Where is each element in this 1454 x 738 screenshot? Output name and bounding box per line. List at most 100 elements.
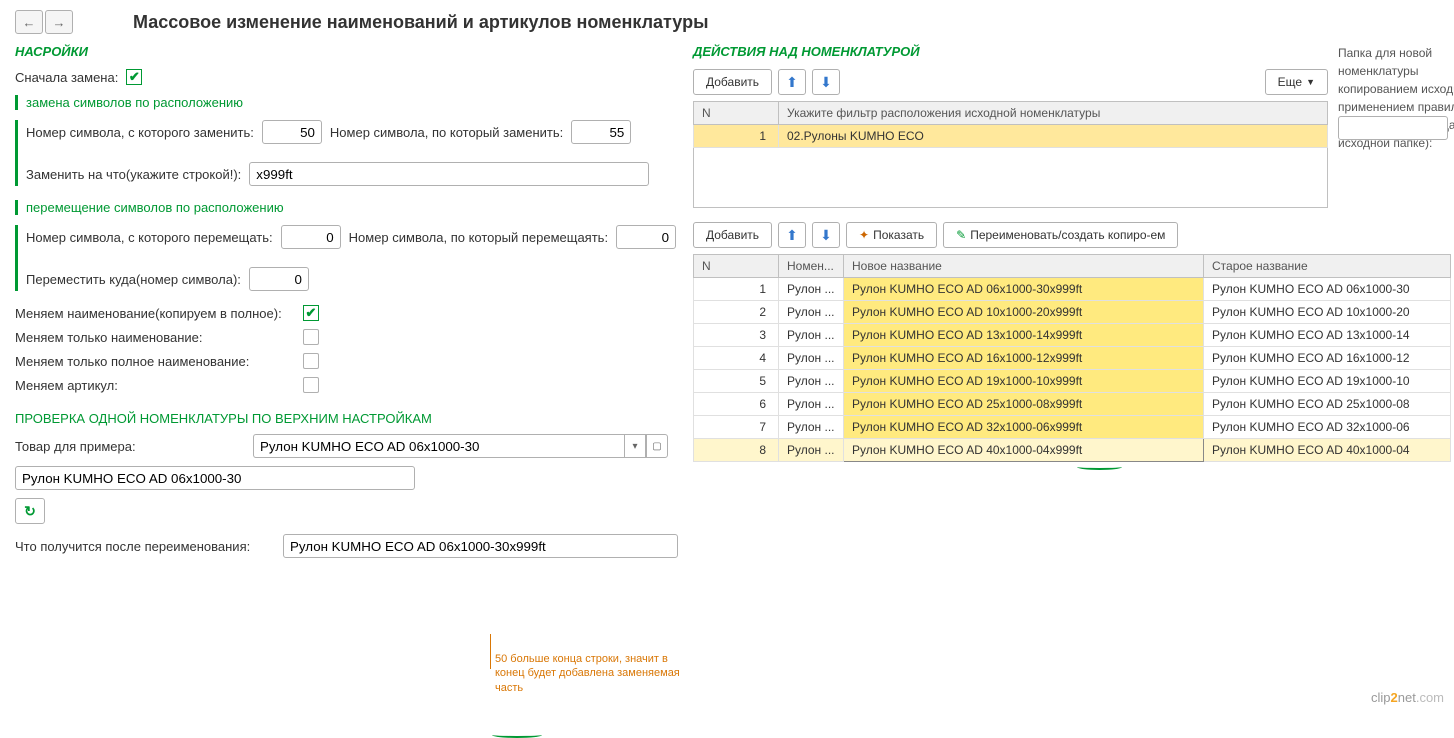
filter-cell-v: 02.Рулоны KUMHO ECO — [779, 125, 1328, 148]
chk-only-name[interactable] — [303, 329, 319, 345]
cell-new: Рулон KUMHO ECO AD 13x1000-14x999ft — [844, 324, 1204, 347]
sample-dropdown-button[interactable]: ▾ — [624, 434, 646, 458]
sample-input[interactable] — [253, 434, 624, 458]
example-input[interactable] — [15, 466, 415, 490]
grid-col-old: Старое название — [1204, 255, 1451, 278]
refresh-button[interactable]: ↻ — [15, 498, 45, 524]
move-up-button[interactable]: ⬆ — [778, 69, 806, 95]
refresh-icon: ↻ — [24, 503, 36, 520]
table-row[interactable]: 7Рулон ...Рулон KUMHO ECO AD 32x1000-06x… — [694, 416, 1451, 439]
chk-only-full[interactable] — [303, 353, 319, 369]
table-row[interactable]: 5Рулон ...Рулон KUMHO ECO AD 19x1000-10x… — [694, 370, 1451, 393]
cell-n: 5 — [694, 370, 779, 393]
cell-n: 1 — [694, 278, 779, 301]
chevron-down-icon: ▼ — [1306, 77, 1315, 87]
replace-section-header: замена символов по расположению — [15, 95, 678, 110]
add-row-button[interactable]: Добавить — [693, 222, 772, 248]
table-row[interactable]: 4Рулон ...Рулон KUMHO ECO AD 16x1000-12x… — [694, 347, 1451, 370]
result-input[interactable] — [283, 534, 678, 558]
filter-table: N Укажите фильтр расположения исходной н… — [693, 101, 1328, 208]
num-from-label: Номер символа, с которого заменить: — [26, 125, 254, 140]
cell-nom: Рулон ... — [779, 347, 844, 370]
cell-nom: Рулон ... — [779, 393, 844, 416]
cell-new: Рулон KUMHO ECO AD 40x1000-04x999ft — [844, 439, 1204, 462]
arrow-down-icon: ⬇ — [820, 227, 832, 244]
nav-back-button[interactable]: ← — [15, 10, 43, 34]
grid-col-new: Новое название — [844, 255, 1204, 278]
arrow-up-icon: ⬆ — [786, 227, 798, 244]
num-from-input[interactable] — [262, 120, 322, 144]
cell-n: 8 — [694, 439, 779, 462]
cell-nom: Рулон ... — [779, 278, 844, 301]
cell-new: Рулон KUMHO ECO AD 25x1000-08x999ft — [844, 393, 1204, 416]
chk-article[interactable] — [303, 377, 319, 393]
cell-nom: Рулон ... — [779, 439, 844, 462]
watermark: clip2net.com — [1371, 690, 1444, 705]
cell-old: Рулон KUMHO ECO AD 06x1000-30 — [1204, 278, 1451, 301]
chk-copy-full[interactable]: ✔ — [303, 305, 319, 321]
table-row[interactable]: 1Рулон ...Рулон KUMHO ECO AD 06x1000-30x… — [694, 278, 1451, 301]
move-to-label: Номер символа, по который перемещаять: — [349, 230, 608, 245]
settings-header: НАСРОЙКИ — [15, 44, 678, 59]
table-row[interactable]: 6Рулон ...Рулон KUMHO ECO AD 25x1000-08x… — [694, 393, 1451, 416]
grid-col-nom: Номен... — [779, 255, 844, 278]
more-button-1[interactable]: Еще ▼ — [1265, 69, 1328, 95]
cell-old: Рулон KUMHO ECO AD 40x1000-04 — [1204, 439, 1451, 462]
num-to-input[interactable] — [571, 120, 631, 144]
cell-nom: Рулон ... — [779, 301, 844, 324]
table-row[interactable]: 2Рулон ...Рулон KUMHO ECO AD 10x1000-20x… — [694, 301, 1451, 324]
annotation-1: 50 больше конца строки, значит в конец б… — [495, 652, 685, 695]
folder-side-input[interactable] — [1338, 116, 1448, 140]
cell-new: Рулон KUMHO ECO AD 16x1000-12x999ft — [844, 347, 1204, 370]
move-from-input[interactable] — [281, 225, 341, 249]
cell-new: Рулон KUMHO ECO AD 19x1000-10x999ft — [844, 370, 1204, 393]
add-filter-button[interactable]: Добавить — [693, 69, 772, 95]
move-to-input[interactable] — [616, 225, 676, 249]
annotation-underline-1 — [492, 732, 542, 738]
rename-button[interactable]: ✎ Переименовать/создать копиро-ем — [943, 222, 1178, 248]
filter-row[interactable]: 102.Рулоны KUMHO ECO — [694, 125, 1328, 148]
move-from-label: Номер символа, с которого перемещать: — [26, 230, 273, 245]
cell-new: Рулон KUMHO ECO AD 32x1000-06x999ft — [844, 416, 1204, 439]
row-down-button[interactable]: ⬇ — [812, 222, 840, 248]
page-title: Массовое изменение наименований и артику… — [133, 12, 708, 33]
table-row[interactable]: 8Рулон ...Рулон KUMHO ECO AD 40x1000-04x… — [694, 439, 1451, 462]
move-dest-input[interactable] — [249, 267, 309, 291]
show-button[interactable]: ✦ Показать — [846, 222, 937, 248]
annotation-underline-2 — [1077, 464, 1122, 470]
cell-n: 3 — [694, 324, 779, 347]
cell-old: Рулон KUMHO ECO AD 19x1000-10 — [1204, 370, 1451, 393]
move-down-button[interactable]: ⬇ — [812, 69, 840, 95]
table-row[interactable]: 3Рулон ...Рулон KUMHO ECO AD 13x1000-14x… — [694, 324, 1451, 347]
cell-n: 2 — [694, 301, 779, 324]
arrow-up-icon: ⬆ — [786, 74, 798, 91]
first-replace-checkbox[interactable]: ✔ — [126, 69, 142, 85]
pencil-icon: ✎ — [956, 228, 966, 242]
replace-with-label: Заменить на что(укажите строкой!): — [26, 167, 241, 182]
move-dest-label: Переместить куда(номер символа): — [26, 272, 241, 287]
cell-new: Рулон KUMHO ECO AD 06x1000-30x999ft — [844, 278, 1204, 301]
row-up-button[interactable]: ⬆ — [778, 222, 806, 248]
chk-article-label: Меняем артикул: — [15, 378, 295, 393]
cell-nom: Рулон ... — [779, 416, 844, 439]
cell-new: Рулон KUMHO ECO AD 10x1000-20x999ft — [844, 301, 1204, 324]
chk-copy-full-label: Меняем наименование(копируем в полное): — [15, 306, 295, 321]
filter-cell-n: 1 — [694, 125, 779, 148]
first-replace-label: Сначала замена: — [15, 70, 118, 85]
nav-forward-button[interactable]: → — [45, 10, 73, 34]
chk-only-full-label: Меняем только полное наименование: — [15, 354, 295, 369]
chk-only-name-label: Меняем только наименование: — [15, 330, 295, 345]
num-to-label: Номер символа, по который заменить: — [330, 125, 563, 140]
result-label: Что получится после переименования: — [15, 539, 275, 554]
replace-with-input[interactable] — [249, 162, 649, 186]
move-section-header: перемещение символов по расположению — [15, 200, 678, 215]
annotation-line — [490, 634, 491, 669]
sample-label: Товар для примера: — [15, 439, 245, 454]
cell-old: Рулон KUMHO ECO AD 13x1000-14 — [1204, 324, 1451, 347]
sample-open-button[interactable]: ▢ — [646, 434, 668, 458]
verify-header: ПРОВЕРКА ОДНОЙ НОМЕНКЛАТУРЫ ПО ВЕРХНИМ Н… — [15, 411, 678, 426]
cell-n: 7 — [694, 416, 779, 439]
filter-col-desc: Укажите фильтр расположения исходной ном… — [779, 102, 1328, 125]
cell-old: Рулон KUMHO ECO AD 32x1000-06 — [1204, 416, 1451, 439]
data-table: N Номен... Новое название Старое названи… — [693, 254, 1451, 462]
